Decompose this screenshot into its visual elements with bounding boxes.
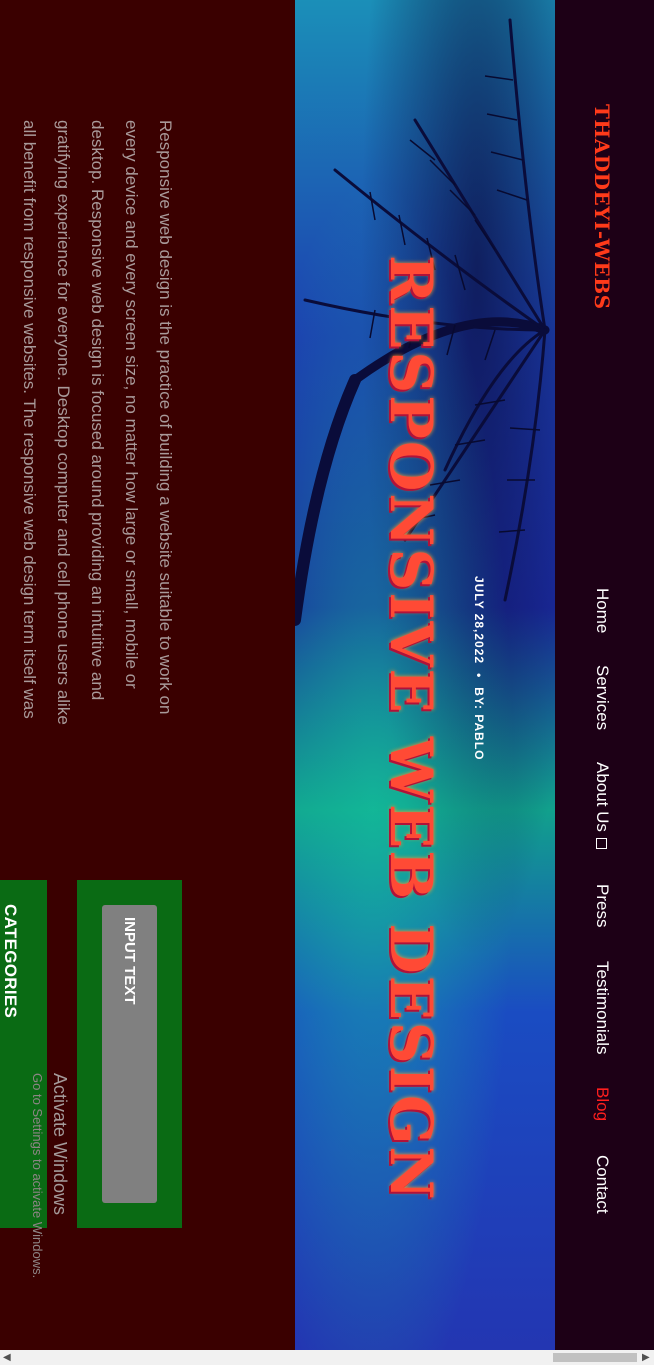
dropdown-caret-icon — [595, 837, 607, 849]
article-line: gratifying experience for everyone. Desk… — [54, 120, 73, 725]
scroll-right-arrow-icon[interactable]: ▶ — [642, 1352, 650, 1363]
nav-home[interactable]: Home — [592, 588, 612, 633]
scrollbar-thumb[interactable] — [553, 1353, 637, 1362]
search-input-placeholder: INPUT TEXT — [121, 917, 138, 1005]
nav-about-us[interactable]: About Us — [592, 762, 612, 849]
scroll-left-arrow-icon[interactable]: ◀ — [3, 1352, 11, 1363]
nav-testimonials[interactable]: Testimonials — [592, 961, 612, 1055]
hero-title: RESPONSIVE WEB DESIGN — [377, 255, 445, 1202]
article-line: desktop. Responsive web design is focuse… — [88, 120, 107, 701]
post-meta: JULY 28,2022 • BY: PABLO — [472, 576, 486, 761]
nav-about-us-label: About Us — [593, 762, 612, 832]
horizontal-scrollbar[interactable]: ◀ ▶ — [0, 1350, 654, 1365]
site-logo[interactable]: THADDEYI-WEBS — [590, 104, 614, 310]
nav-services[interactable]: Services — [592, 665, 612, 730]
activate-windows-subtitle: Go to Settings to activate Windows. — [30, 1073, 45, 1279]
meta-separator: • — [472, 673, 486, 679]
activate-windows-title: Activate Windows — [50, 1073, 70, 1216]
post-author[interactable]: BY: PABLO — [472, 687, 486, 760]
nav-contact[interactable]: Contact — [592, 1155, 612, 1214]
article-line: every device and every screen size, no m… — [122, 120, 141, 689]
article-line: all benefit from responsive websites. Th… — [20, 120, 39, 719]
nav-blog[interactable]: Blog — [592, 1087, 612, 1121]
post-date: JULY 28,2022 — [472, 576, 486, 665]
article-line: Responsive web design is the practice of… — [156, 120, 175, 715]
categories-title: CATEGORIES — [1, 904, 20, 1019]
nav-press[interactable]: Press — [592, 884, 612, 927]
